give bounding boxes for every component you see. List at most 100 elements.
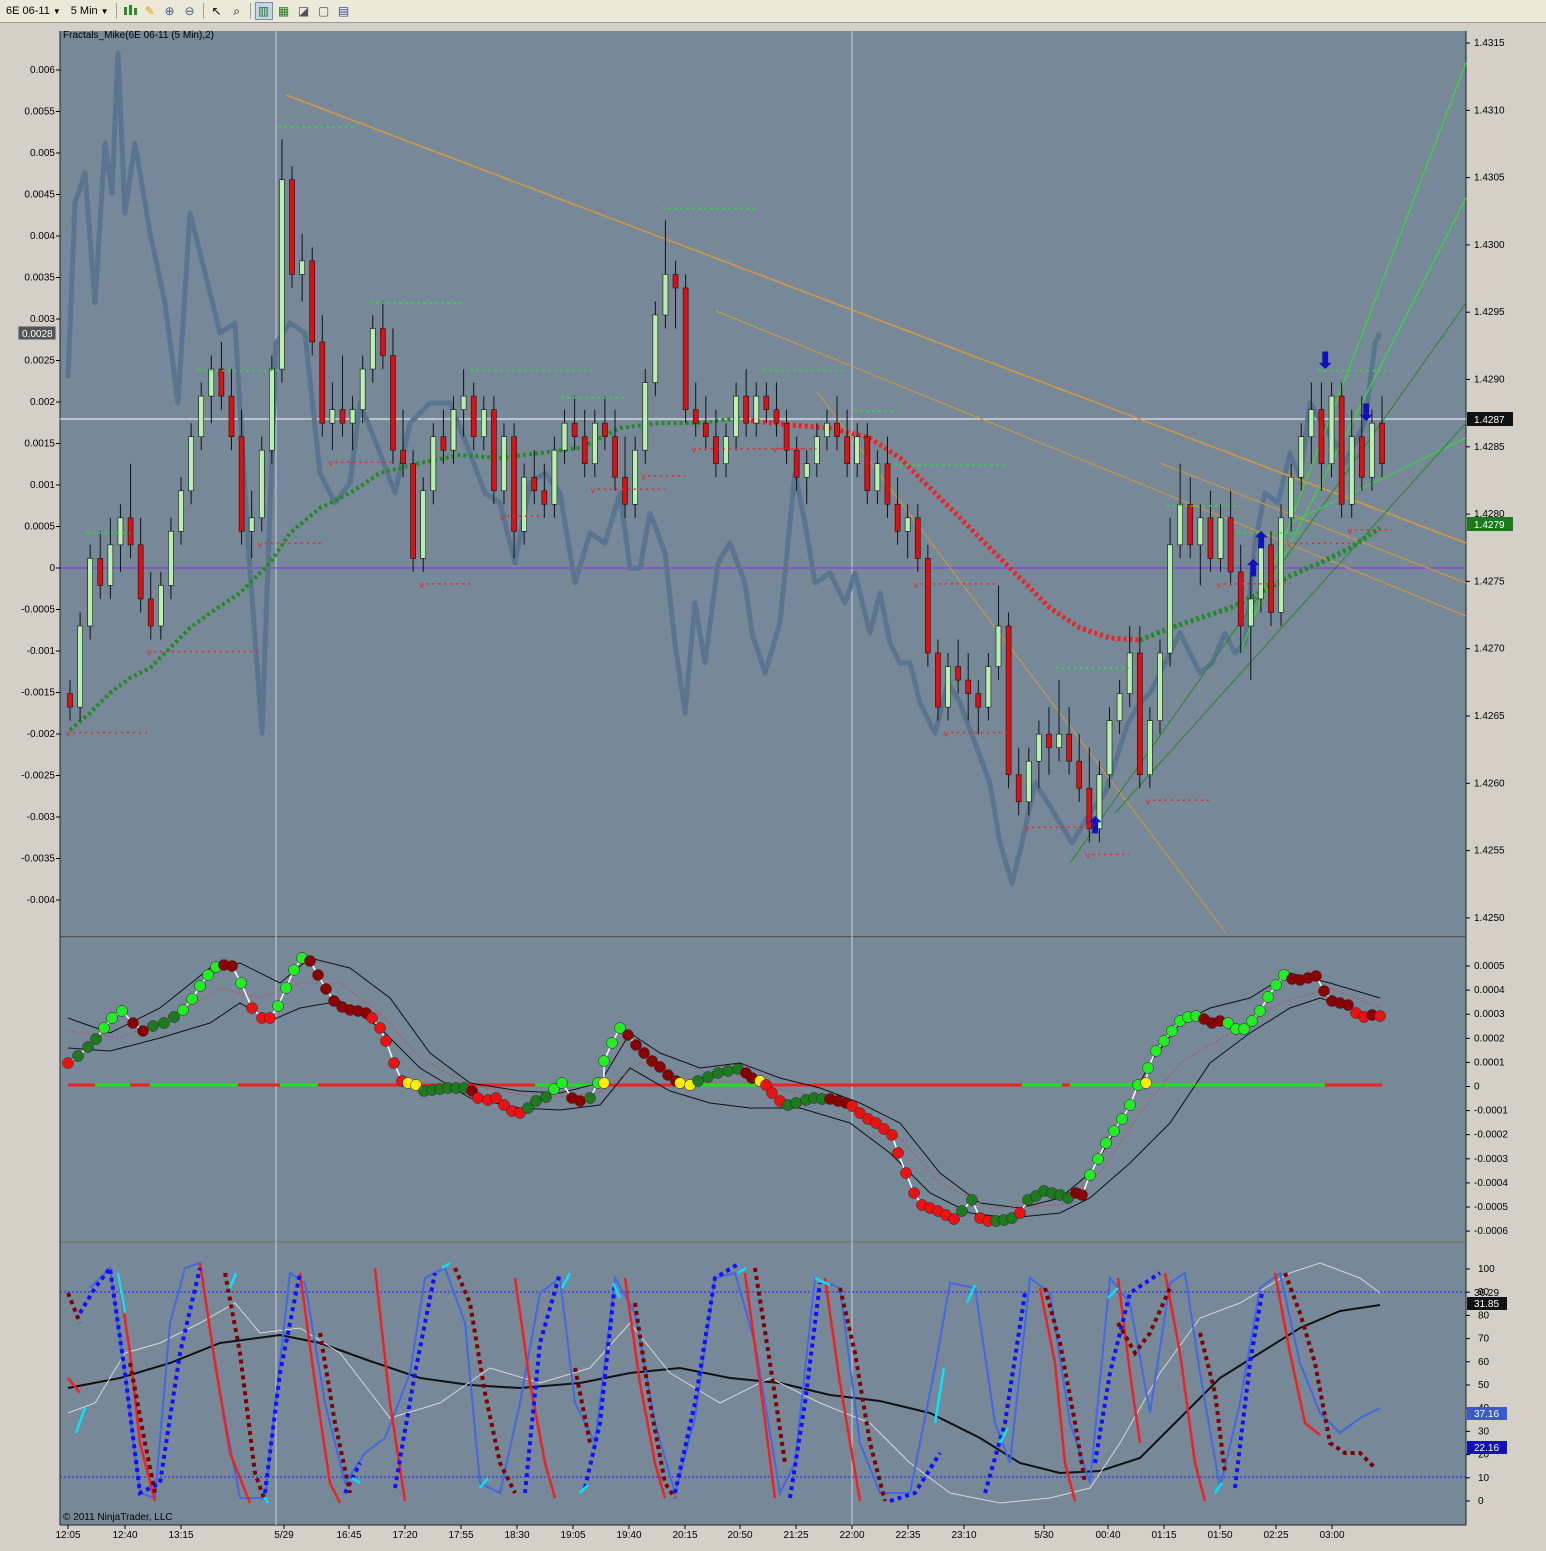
candle-down[interactable]	[511, 436, 517, 532]
candle-down[interactable]	[400, 449, 406, 465]
candle-up[interactable]	[561, 422, 568, 451]
candle-up[interactable]	[723, 436, 729, 465]
candle-down[interactable]	[602, 422, 608, 437]
instrument-selector[interactable]: 6E 06-11 ▼	[2, 2, 65, 20]
candle-up[interactable]	[733, 395, 739, 437]
candle-down[interactable]	[541, 490, 548, 505]
candle-up[interactable]	[1248, 598, 1254, 627]
candle-down[interactable]	[682, 287, 689, 410]
candle-down[interactable]	[965, 679, 972, 694]
candle-up[interactable]	[248, 517, 255, 532]
pencil-draw-icon[interactable]: ✎	[141, 2, 159, 20]
candle-up[interactable]	[1217, 517, 1224, 559]
candle-down[interactable]	[773, 409, 780, 424]
bar-style-icon[interactable]: ▦	[275, 2, 293, 20]
candle-down[interactable]	[390, 355, 396, 451]
candle-up[interactable]	[1056, 733, 1062, 748]
candle-up[interactable]	[359, 368, 366, 410]
candle-up[interactable]	[814, 436, 820, 465]
candle-down[interactable]	[703, 422, 709, 437]
candle-down[interactable]	[1136, 652, 1143, 776]
candle-down[interactable]	[743, 395, 749, 424]
candle-down[interactable]	[672, 274, 679, 289]
candle-down[interactable]	[622, 476, 628, 505]
candle-down[interactable]	[844, 436, 850, 465]
candle-up[interactable]	[279, 179, 285, 370]
candle-up[interactable]	[1278, 517, 1284, 613]
candle-down[interactable]	[955, 666, 961, 681]
candle-up[interactable]	[1177, 503, 1183, 546]
candle-up[interactable]	[652, 314, 659, 383]
data-box-icon[interactable]: ▢	[315, 2, 333, 20]
candle-up[interactable]	[1157, 652, 1163, 721]
candle-down[interactable]	[1005, 625, 1012, 776]
candle-down[interactable]	[1338, 395, 1345, 505]
candle-down[interactable]	[309, 260, 316, 343]
candle-up[interactable]	[117, 517, 124, 546]
candle-up[interactable]	[501, 436, 507, 492]
candle-up[interactable]	[824, 422, 830, 437]
candle-up[interactable]	[178, 490, 184, 532]
candle-down[interactable]	[410, 463, 416, 559]
candle-down[interactable]	[612, 436, 618, 478]
candle-up[interactable]	[168, 531, 174, 586]
candle-up[interactable]	[1025, 760, 1032, 803]
candle-up[interactable]	[480, 409, 487, 437]
candle-down[interactable]	[1318, 409, 1325, 465]
candle-down[interactable]	[763, 395, 770, 410]
candle-up[interactable]	[642, 382, 649, 451]
candle-down[interactable]	[581, 436, 588, 465]
candle-up[interactable]	[1197, 517, 1204, 546]
candle-up[interactable]	[1147, 720, 1153, 776]
pointer-icon[interactable]: ↖	[208, 2, 226, 20]
candle-up[interactable]	[1116, 693, 1123, 721]
candle-down[interactable]	[692, 409, 699, 424]
candle-down[interactable]	[147, 598, 154, 627]
candle-down[interactable]	[864, 436, 871, 492]
candle-up[interactable]	[87, 558, 93, 627]
line-style-icon[interactable]: ◪	[295, 2, 313, 20]
candle-up[interactable]	[1167, 544, 1173, 654]
candle-up[interactable]	[329, 409, 336, 424]
candle-up[interactable]	[77, 625, 83, 708]
candle-down[interactable]	[137, 544, 144, 600]
candle-up[interactable]	[854, 436, 861, 465]
candle-down[interactable]	[783, 422, 790, 451]
candle-up[interactable]	[349, 409, 356, 424]
properties-icon[interactable]: ▤	[335, 2, 353, 20]
candle-up[interactable]	[1036, 733, 1042, 762]
candle-down[interactable]	[238, 436, 245, 532]
candle-up[interactable]	[632, 449, 638, 505]
candle-down[interactable]	[491, 409, 497, 492]
candle-up[interactable]	[995, 625, 1002, 667]
candle-down[interactable]	[339, 409, 346, 424]
candle-down[interactable]	[470, 395, 477, 437]
candle-down[interactable]	[1268, 544, 1274, 613]
candle-down[interactable]	[1187, 503, 1194, 546]
candle-up[interactable]	[1298, 436, 1305, 478]
candle-down[interactable]	[319, 341, 326, 424]
candle-up[interactable]	[107, 544, 114, 586]
candle-up[interactable]	[208, 368, 215, 397]
candle-up[interactable]	[662, 274, 669, 316]
candle-down[interactable]	[531, 476, 538, 492]
candle-down[interactable]	[1359, 436, 1365, 478]
minus-zoom-icon[interactable]: ⊖	[181, 2, 199, 20]
candle-down[interactable]	[67, 693, 73, 708]
candle-down[interactable]	[1207, 517, 1214, 559]
candle-down[interactable]	[894, 503, 901, 532]
candle-up[interactable]	[1348, 436, 1355, 505]
candle-down[interactable]	[289, 179, 295, 275]
magnify-icon[interactable]: ⌕	[228, 2, 246, 20]
candle-up[interactable]	[450, 409, 457, 451]
candle-down[interactable]	[1379, 422, 1385, 465]
plus-zoom-icon[interactable]: ⊕	[161, 2, 179, 20]
price-chart[interactable]: 0.006 0.0055 0.005 0.0045 0.004 0.0035 0.003 0.…	[0, 23, 1546, 1546]
candle-down[interactable]	[935, 652, 941, 708]
candle-up[interactable]	[420, 490, 427, 559]
candlestick-chart-icon[interactable]	[121, 2, 139, 20]
candle-down[interactable]	[218, 368, 225, 397]
candle-up[interactable]	[1369, 422, 1375, 478]
candle-down[interactable]	[975, 693, 982, 708]
candle-down[interactable]	[440, 436, 447, 451]
